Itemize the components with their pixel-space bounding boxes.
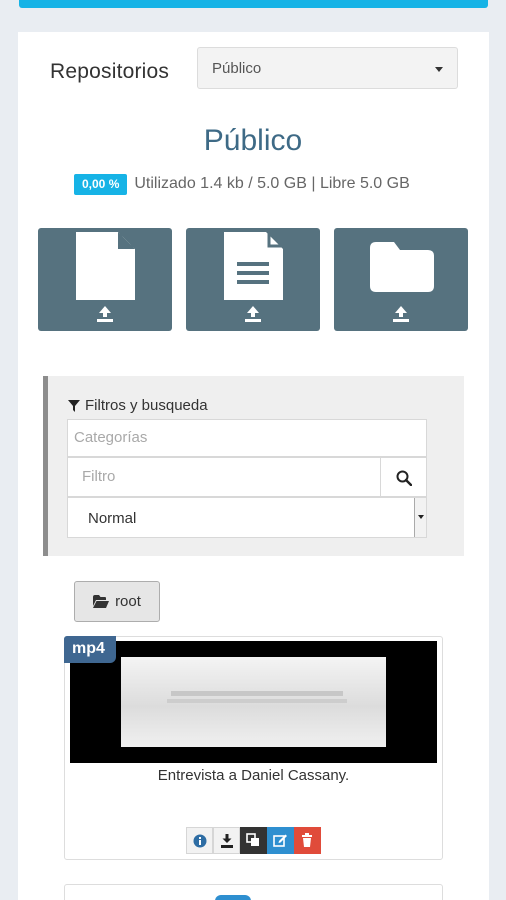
info-icon — [193, 834, 207, 848]
file-actions — [186, 827, 321, 854]
copy-icon — [246, 833, 259, 846]
filter-title-text: Filtros y busqueda — [85, 397, 208, 414]
root-folder-label: root — [115, 593, 141, 610]
document-upload-icon — [224, 232, 283, 322]
repository-label: Repositorios — [50, 60, 170, 83]
search-button[interactable] — [380, 457, 427, 497]
trash-icon — [302, 833, 312, 847]
top-accent-bar — [19, 0, 488, 8]
upload-folder-button[interactable] — [334, 228, 468, 331]
file-card[interactable] — [64, 884, 443, 900]
delete-button[interactable] — [294, 827, 321, 854]
sort-select[interactable]: Normal — [67, 497, 427, 538]
folder-open-icon — [93, 595, 110, 608]
video-frame — [121, 657, 386, 747]
sort-select-value: Normal — [88, 510, 137, 527]
video-frame-line — [167, 699, 347, 703]
copy-button[interactable] — [240, 827, 267, 854]
info-button[interactable] — [186, 827, 213, 854]
storage-usage: 0,00 % Utilizado 1.4 kb / 5.0 GB | Libre… — [74, 173, 410, 195]
file-type-badge — [215, 895, 251, 900]
root-folder-button[interactable]: root — [74, 581, 160, 622]
edit-icon — [273, 834, 287, 847]
edit-button[interactable] — [267, 827, 294, 854]
usage-percent-badge: 0,00 % — [74, 173, 128, 195]
file-title: Entrevista a Daniel Cassany. — [157, 767, 350, 784]
select-scroll-handle[interactable] — [414, 498, 426, 537]
file-type-badge: mp4 — [64, 636, 116, 663]
upload-file-button[interactable] — [38, 228, 172, 331]
upload-document-button[interactable] — [186, 228, 320, 331]
search-icon — [396, 470, 412, 486]
filter-icon — [68, 399, 80, 412]
file-upload-icon — [76, 232, 135, 322]
folder-upload-icon — [370, 242, 434, 322]
video-thumbnail[interactable] — [70, 641, 437, 763]
video-frame-line — [171, 691, 343, 696]
repository-title: Público — [203, 124, 303, 157]
caret-down-icon — [435, 67, 443, 72]
repository-select-value: Público — [212, 60, 262, 77]
filter-input[interactable]: Filtro — [67, 457, 381, 497]
usage-text: Utilizado 1.4 kb / 5.0 GB | Libre 5.0 GB — [134, 175, 410, 192]
download-button[interactable] — [213, 827, 240, 854]
categories-input[interactable]: Categorías — [67, 419, 427, 457]
filter-title: Filtros y busqueda — [68, 397, 208, 414]
repository-select[interactable]: Público — [197, 47, 458, 89]
download-icon — [221, 834, 233, 848]
